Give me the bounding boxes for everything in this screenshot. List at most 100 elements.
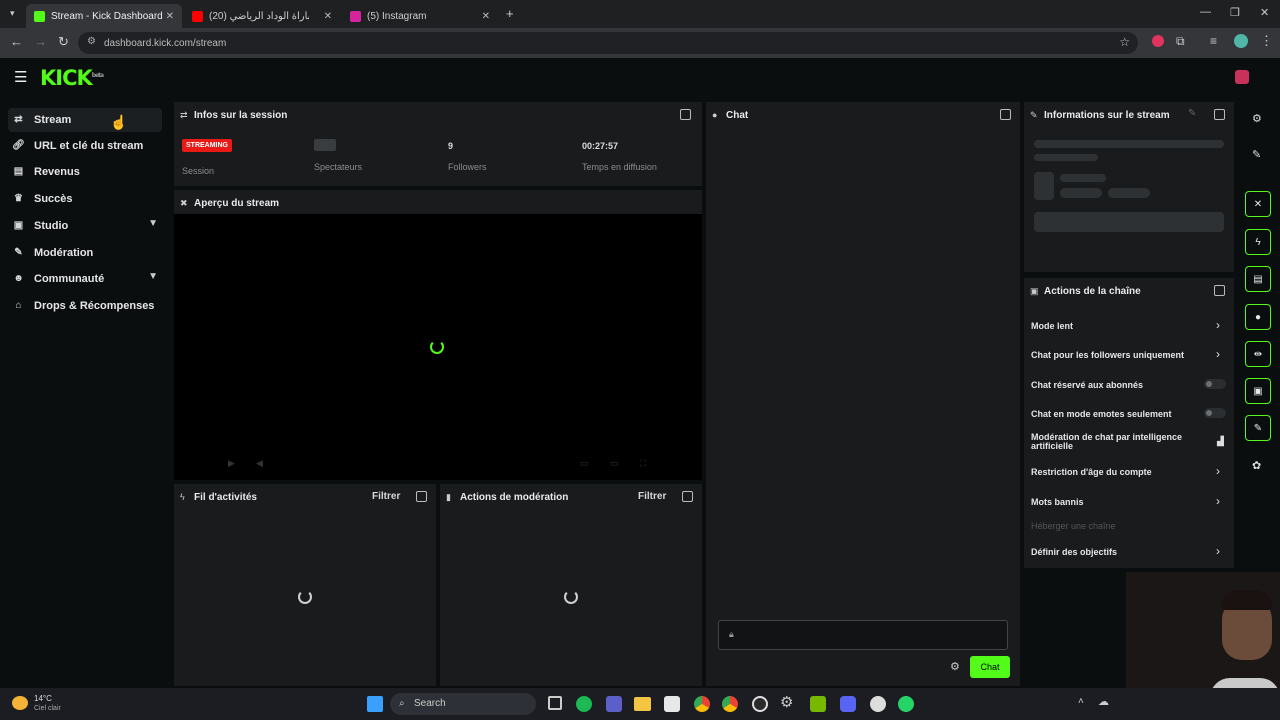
media-control-icon[interactable]: ≡ — [1210, 34, 1217, 48]
whatsapp-icon[interactable] — [898, 696, 914, 712]
sidebar-item-succes[interactable]: ♛ Succès — [8, 187, 162, 211]
popout-icon[interactable] — [682, 491, 693, 502]
rail-button-wrench-icon[interactable]: ✎ — [1245, 415, 1271, 441]
browser-tab-youtube[interactable]: (20) مباشر مباراة الوداد الرياضي ✕ — [184, 4, 340, 28]
chat-settings-icon[interactable]: ⚙ — [950, 660, 960, 673]
close-tab-icon[interactable]: ✕ — [482, 11, 490, 22]
popout-icon[interactable] — [1214, 109, 1225, 120]
chat-panel: ● Chat 🔒︎ ⚙ Chat — [706, 102, 1020, 686]
action-slow-mode[interactable]: Mode lent — [1031, 321, 1073, 331]
chrome-alt-icon[interactable] — [722, 696, 738, 712]
edit-icon[interactable]: ✎ — [1188, 108, 1196, 119]
tray-chevron-icon[interactable]: ˄ — [1078, 696, 1084, 707]
action-age-restriction[interactable]: Restriction d'âge du compte — [1031, 467, 1152, 477]
action-set-goals[interactable]: Définir des objectifs — [1031, 547, 1117, 557]
close-tab-icon[interactable]: ✕ — [324, 11, 332, 22]
sidebar-item-moderation[interactable]: ✎ Modération — [8, 241, 162, 265]
popout-icon[interactable] — [1214, 285, 1225, 296]
hamburger-menu-icon[interactable]: ☰ — [14, 68, 27, 86]
chevron-right-icon[interactable]: › — [1216, 318, 1220, 332]
user-avatar[interactable] — [1235, 70, 1249, 84]
chevron-down-icon: ▼ — [148, 218, 158, 229]
windows-start-icon[interactable] — [367, 696, 383, 712]
minimize-icon[interactable]: — — [1200, 6, 1211, 18]
tab-menu-icon[interactable]: ▾ — [10, 8, 15, 19]
new-tab-icon[interactable]: + — [506, 6, 514, 21]
address-bar[interactable]: ⚙ dashboard.kick.com/stream ☆ — [78, 32, 1138, 54]
extension-icon[interactable] — [1152, 35, 1164, 47]
popout-icon[interactable] — [680, 109, 691, 120]
nvidia-icon[interactable] — [810, 696, 826, 712]
chrome-icon[interactable] — [694, 696, 710, 712]
rail-button-chat-icon[interactable]: ● — [1245, 304, 1271, 330]
shield-icon: ▮ — [446, 492, 451, 502]
discord-icon[interactable] — [840, 696, 856, 712]
reload-icon[interactable]: ↻ — [58, 34, 69, 50]
pen-icon[interactable]: ✎ — [1252, 148, 1261, 161]
skeleton-bar — [1034, 172, 1054, 200]
taskbar-search[interactable]: ⌕ Search — [390, 693, 536, 715]
sidebar-item-revenus[interactable]: ▤ Revenus — [8, 160, 162, 184]
settings-gear-icon[interactable]: ⚙ — [780, 693, 793, 711]
browser-menu-icon[interactable]: ⋮ — [1260, 33, 1273, 49]
sidebar-item-communaute[interactable]: ☻ Communauté ▼ — [8, 267, 162, 291]
popout-icon[interactable] — [416, 491, 427, 502]
chevron-right-icon[interactable]: › — [1216, 544, 1220, 558]
action-ai-moderation[interactable]: Modération de chat par intelligence arti… — [1031, 433, 1201, 451]
chevron-right-icon[interactable]: › — [1216, 347, 1220, 361]
site-info-icon[interactable]: ⚙ — [87, 36, 96, 47]
spotify-icon[interactable] — [576, 696, 592, 712]
filter-button[interactable]: Filtrer — [372, 491, 400, 502]
shapes-icon[interactable]: ✿ — [1252, 459, 1261, 472]
file-explorer-icon[interactable] — [634, 697, 651, 711]
action-banned-words[interactable]: Mots bannis — [1031, 497, 1084, 507]
sidebar-item-stream[interactable]: ⇄ Stream — [8, 108, 162, 132]
fullscreen-icon[interactable]: ⛶ — [640, 458, 646, 469]
obs-icon[interactable] — [752, 696, 768, 712]
teams-icon[interactable] — [606, 696, 622, 712]
browser-tab-kick[interactable]: Stream - Kick Dashboard ✕ — [26, 4, 182, 28]
sidebar-item-label: Succès — [34, 193, 73, 205]
sidebar-item-url[interactable]: 🔗︎ URL et clé du stream — [8, 134, 162, 158]
emotes-only-toggle[interactable] — [1204, 408, 1226, 418]
settings-icon[interactable]: ⚙ — [1252, 112, 1262, 125]
kick-logo[interactable]: KICKbeta — [40, 66, 104, 90]
task-view-icon[interactable] — [548, 696, 562, 710]
browser-tab-instagram[interactable]: (5) Instagram ✕ — [342, 4, 498, 28]
chat-send-button[interactable]: Chat — [970, 656, 1010, 678]
profile-avatar[interactable] — [1234, 34, 1248, 48]
extensions-puzzle-icon[interactable]: ⧉ — [1176, 34, 1185, 49]
volume-icon[interactable]: ◀ — [256, 458, 263, 469]
network-icon[interactable]: ☁ — [1098, 695, 1109, 708]
rail-button-close-icon[interactable]: ✕ — [1245, 191, 1271, 217]
chat-input[interactable]: 🔒︎ — [718, 620, 1008, 650]
chevron-right-icon[interactable]: › — [1216, 494, 1220, 508]
back-icon[interactable]: ← — [10, 34, 23, 49]
close-tab-icon[interactable]: ✕ — [166, 11, 174, 22]
window-close-icon[interactable]: ✕ — [1260, 6, 1269, 19]
chevron-right-icon[interactable]: › — [1216, 464, 1220, 478]
sidebar-item-drops[interactable]: ⌂ Drops & Récompenses — [8, 294, 162, 318]
bookmark-star-icon[interactable]: ☆ — [1119, 35, 1130, 49]
pip-icon[interactable]: ▭ — [580, 458, 589, 469]
chart-icon[interactable]: ▟ — [1217, 436, 1224, 447]
popout-icon[interactable] — [1000, 109, 1011, 120]
forward-icon[interactable]: → — [34, 34, 47, 49]
steam-icon[interactable] — [870, 696, 886, 712]
play-icon[interactable]: ▶ — [228, 458, 235, 469]
action-followers-only[interactable]: Chat pour les followers uniquement — [1031, 350, 1184, 360]
rail-button-split-icon[interactable]: ⇹ — [1245, 341, 1271, 367]
filter-button[interactable]: Filtrer — [638, 491, 666, 502]
loading-spinner — [430, 340, 444, 354]
rail-button-box-icon[interactable]: ▣ — [1245, 378, 1271, 404]
video-player[interactable]: ▶ ◀ ▭ ▭ ⛶ — [174, 214, 702, 480]
subscribers-only-toggle[interactable] — [1204, 379, 1226, 389]
rail-button-note-icon[interactable]: ▤ — [1245, 266, 1271, 292]
theater-icon[interactable]: ▭ — [610, 458, 619, 469]
maximize-icon[interactable]: ❐ — [1230, 6, 1240, 19]
channel-actions-icon: ▣ — [1030, 286, 1039, 296]
rail-button-bolt-icon[interactable]: ϟ — [1245, 229, 1271, 255]
session-icon: ⇄ — [180, 110, 188, 120]
store-icon[interactable] — [664, 696, 680, 712]
sidebar-item-studio[interactable]: ▣ Studio ▼ — [8, 214, 162, 238]
